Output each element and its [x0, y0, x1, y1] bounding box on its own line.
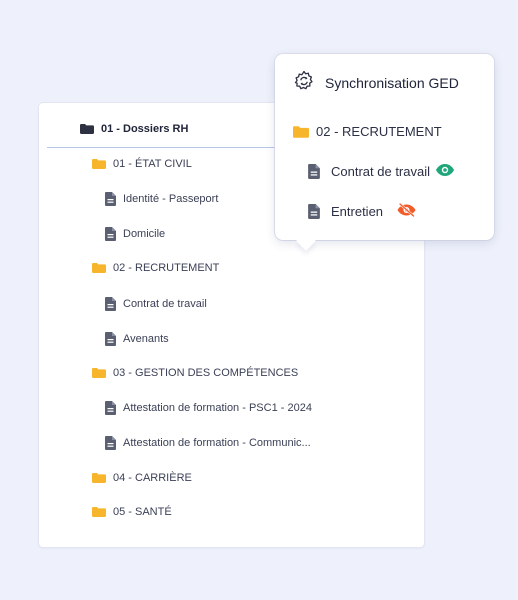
- tree-item-label: 01 - ÉTAT CIVIL: [113, 158, 192, 170]
- tree-root[interactable]: 01 - Dossiers RH: [80, 123, 188, 135]
- document-icon: [105, 297, 116, 311]
- document-icon: [105, 192, 116, 206]
- sync-gear-icon: [293, 70, 315, 95]
- tree-folder-carriere[interactable]: 04 - CARRIÈRE: [92, 472, 192, 484]
- document-icon: [105, 436, 116, 450]
- tree-doc-identite[interactable]: Identité - Passeport: [105, 192, 218, 206]
- tree-item-label: 04 - CARRIÈRE: [113, 472, 192, 484]
- tree-item-label: 02 - RECRUTEMENT: [113, 262, 220, 274]
- tree-item-label: Attestation de formation - Communic...: [123, 437, 311, 449]
- folder-icon: [92, 263, 106, 273]
- popover-title: Synchronisation GED: [325, 74, 459, 91]
- sync-popover: Synchronisation GED 02 - RECRUTEMENT Con…: [275, 54, 494, 240]
- tree-root-label: 01 - Dossiers RH: [101, 123, 189, 135]
- tree-item-label: 03 - GESTION DES COMPÉTENCES: [113, 367, 299, 379]
- document-icon: [308, 204, 320, 219]
- popover-doc-contrat[interactable]: Contrat de travail: [308, 164, 454, 179]
- document-icon: [105, 227, 116, 241]
- tree-folder-sante[interactable]: 05 - SANTÉ: [92, 506, 172, 518]
- tree-item-label: Domicile: [123, 228, 166, 240]
- folder-dark-icon: [80, 124, 94, 134]
- popover-header: Synchronisation GED: [293, 70, 459, 95]
- tree-doc-avenants[interactable]: Avenants: [105, 332, 169, 346]
- tree-doc-contrat[interactable]: Contrat de travail: [105, 297, 207, 311]
- tree-item-label: Contrat de travail: [123, 298, 207, 310]
- folder-icon: [293, 125, 309, 138]
- tree-item-label: Attestation de formation - PSC1 - 2024: [123, 402, 312, 414]
- popover-doc-entretien[interactable]: Entretien: [308, 202, 416, 220]
- folder-icon: [92, 368, 106, 378]
- tree-folder-competences[interactable]: 03 - GESTION DES COMPÉTENCES: [92, 367, 298, 379]
- folder-icon: [92, 507, 106, 517]
- document-icon: [105, 332, 116, 346]
- eye-slash-icon[interactable]: [397, 202, 416, 220]
- document-icon: [105, 401, 116, 415]
- tree-doc-attestation-communication[interactable]: Attestation de formation - Communic...: [105, 436, 311, 450]
- popover-doc-label: Entretien: [331, 204, 384, 219]
- tree-item-label: Identité - Passeport: [123, 193, 219, 205]
- tree-item-label: Avenants: [123, 333, 169, 345]
- popover-doc-label: Contrat de travail: [331, 164, 430, 179]
- popover-folder-label: 02 - RECRUTEMENT: [316, 124, 442, 139]
- folder-icon: [92, 473, 106, 483]
- document-icon: [308, 164, 320, 179]
- tree-doc-domicile[interactable]: Domicile: [105, 227, 165, 241]
- tree-item-label: 05 - SANTÉ: [113, 506, 172, 518]
- tree-doc-attestation-psc1[interactable]: Attestation de formation - PSC1 - 2024: [105, 401, 312, 415]
- popover-folder-recrutement[interactable]: 02 - RECRUTEMENT: [293, 124, 442, 139]
- folder-icon: [92, 159, 106, 169]
- tree-folder-recrutement[interactable]: 02 - RECRUTEMENT: [92, 262, 219, 274]
- eye-icon[interactable]: [436, 164, 454, 179]
- tree-folder-etat-civil[interactable]: 01 - ÉTAT CIVIL: [92, 158, 192, 170]
